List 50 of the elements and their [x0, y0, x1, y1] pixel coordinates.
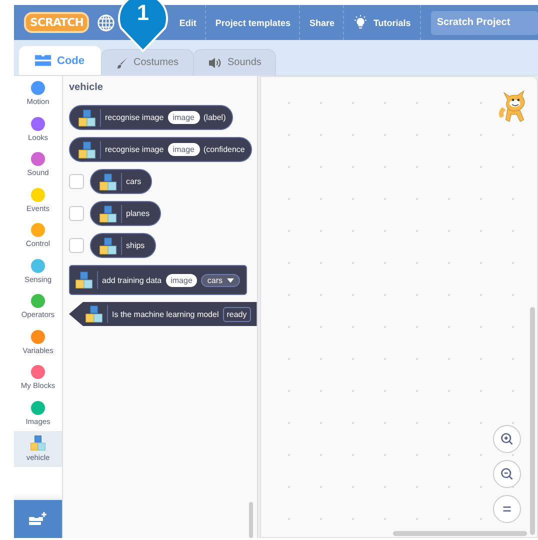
- lightbulb-icon: [353, 15, 368, 30]
- scrollbar[interactable]: [249, 502, 253, 538]
- block-label: cars: [126, 177, 142, 186]
- block-input[interactable]: image: [166, 274, 198, 286]
- ml-blocks-icon: [99, 204, 117, 222]
- zoom-out-button[interactable]: [493, 460, 521, 488]
- code-blocks-icon: [35, 55, 51, 66]
- ml-blocks-icon: [78, 108, 96, 126]
- block-label: (confidence: [204, 145, 245, 154]
- scrollbar[interactable]: [530, 307, 535, 535]
- block-label: Is the machine learning model: [112, 310, 219, 318]
- command-block[interactable]: add training data image cars: [69, 265, 247, 295]
- block-dropdown[interactable]: cars: [201, 274, 240, 286]
- caret-icon: [226, 278, 234, 282]
- block-dropdown[interactable]: ready: [222, 306, 251, 322]
- speaker-icon: [208, 56, 222, 68]
- step-marker: 1: [118, 0, 168, 52]
- ml-blocks-icon: [30, 435, 46, 452]
- variable-block[interactable]: cars: [90, 169, 152, 194]
- paintbrush-icon: [116, 56, 128, 68]
- zoom-out-icon: [500, 467, 514, 481]
- reset-zoom-button[interactable]: [493, 495, 521, 523]
- ml-blocks-icon: [99, 236, 117, 254]
- block-label: (label): [204, 113, 226, 122]
- block-input[interactable]: image: [168, 111, 200, 124]
- ml-blocks-icon: [78, 140, 96, 158]
- block-input[interactable]: image: [168, 143, 200, 156]
- block-label: recognise image: [105, 113, 164, 122]
- block-label: planes: [126, 209, 150, 218]
- variable-block[interactable]: planes: [90, 201, 161, 226]
- globe-icon[interactable]: [97, 14, 116, 32]
- ml-blocks-icon: [85, 305, 103, 323]
- variable-block[interactable]: ships: [90, 233, 156, 258]
- scrollbar[interactable]: [393, 531, 527, 536]
- block-label: recognise image: [105, 145, 164, 154]
- ml-blocks-icon: [99, 172, 117, 190]
- checkbox[interactable]: [69, 174, 84, 189]
- block-label: ships: [126, 241, 145, 250]
- reporter-block[interactable]: recognise image image (confidence: [69, 137, 252, 162]
- zoom-in-button[interactable]: [493, 425, 521, 453]
- checkbox[interactable]: [69, 238, 84, 253]
- zoom-in-icon: [500, 432, 514, 446]
- checkbox[interactable]: [69, 206, 84, 221]
- boolean-block[interactable]: Is the machine learning model ready: [69, 302, 257, 326]
- ml-blocks-icon: [75, 271, 93, 289]
- block-label: add training data: [102, 276, 162, 284]
- reporter-block[interactable]: recognise image image (label): [69, 105, 233, 130]
- add-extension-button[interactable]: [14, 500, 62, 538]
- add-extension-icon: [28, 511, 48, 527]
- palette-heading: vehicle: [69, 82, 104, 95]
